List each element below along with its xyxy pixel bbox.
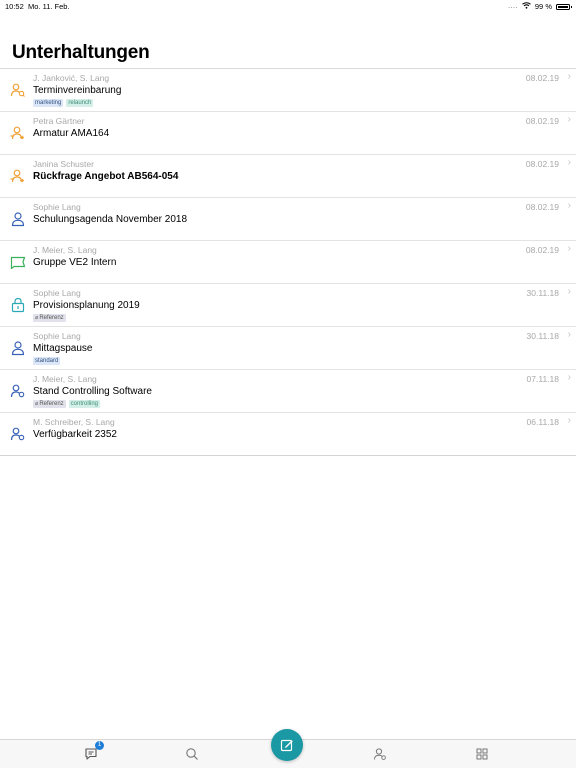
tag-list: ⌀Referenz bbox=[33, 314, 66, 322]
tab-chats[interactable]: 1 bbox=[83, 741, 104, 762]
tab-contacts[interactable] bbox=[372, 746, 388, 762]
chevron-right-icon: › bbox=[567, 200, 571, 211]
conversation-item[interactable]: J. Janković, S. Lang 08.02.19 › Terminverei… bbox=[0, 69, 576, 112]
conversation-item[interactable]: J. Meier, S. Lang 08.02.19 › Gruppe VE2 Int… bbox=[0, 241, 576, 284]
chevron-right-icon: › bbox=[567, 71, 571, 82]
conversation-participants: J. Meier, S. Lang bbox=[33, 245, 97, 255]
chevron-right-icon: › bbox=[567, 243, 571, 254]
status-time: 10:52 bbox=[5, 2, 24, 11]
page-title: Unterhaltungen bbox=[12, 42, 150, 63]
group-orange-icon bbox=[10, 82, 26, 98]
tag-list: ⌀Referenz controlling bbox=[33, 400, 101, 408]
conversation-date: 06.11.18 bbox=[526, 417, 559, 427]
lock-teal-icon bbox=[10, 297, 26, 313]
conversation-title: Provisionsplanung 2019 bbox=[33, 300, 140, 311]
chevron-right-icon: › bbox=[567, 415, 571, 426]
conversation-date: 07.11.18 bbox=[526, 374, 559, 384]
chevron-right-icon: › bbox=[567, 372, 571, 383]
status-indicators: .... 99 % bbox=[508, 2, 572, 11]
contact-orange-icon bbox=[10, 168, 26, 184]
tab-more[interactable] bbox=[474, 746, 490, 762]
battery-icon bbox=[556, 3, 572, 10]
group-blue-icon bbox=[10, 426, 26, 442]
conversation-date: 30.11.18 bbox=[526, 288, 559, 298]
conversation-item[interactable]: Sophie Lang 30.11.18 › Mittagspause standard bbox=[0, 327, 576, 370]
conversation-participants: Sophie Lang bbox=[33, 202, 81, 212]
conversation-date: 08.02.19 bbox=[525, 159, 559, 169]
chevron-right-icon: › bbox=[567, 157, 571, 168]
conversation-title: Mittagspause bbox=[33, 343, 93, 354]
tag-icon: ⌀ bbox=[35, 401, 39, 407]
chats-badge: 1 bbox=[95, 741, 104, 750]
conversation-date: 08.02.19 bbox=[525, 73, 559, 83]
tab-search[interactable] bbox=[184, 746, 200, 762]
conversation-participants: Petra Gärtner bbox=[33, 116, 85, 126]
conversation-participants: J. Meier, S. Lang bbox=[33, 374, 97, 384]
conversation-title: Gruppe VE2 Intern bbox=[33, 257, 117, 268]
conversation-participants: Sophie Lang bbox=[33, 288, 81, 298]
tag: standard bbox=[33, 357, 61, 365]
battery-percent: 99 % bbox=[534, 2, 552, 11]
tag: controlling bbox=[68, 400, 101, 408]
grid-icon bbox=[474, 747, 490, 761]
wifi-icon bbox=[522, 2, 531, 11]
conversation-participants: Sophie Lang bbox=[33, 331, 81, 341]
tag-label: Referenz bbox=[39, 401, 64, 407]
conversation-title: Schulungsagenda November 2018 bbox=[33, 214, 187, 225]
conversation-title: Terminvereinbarung bbox=[33, 85, 122, 96]
tag-label: relaunch bbox=[68, 100, 92, 106]
conversation-item[interactable]: M. Schreiber, S. Lang 06.11.18 › Verfügbark… bbox=[0, 413, 576, 456]
group-chat-green-icon bbox=[10, 254, 26, 270]
tag-icon: ⌀ bbox=[35, 315, 39, 321]
conversation-item[interactable]: J. Meier, S. Lang 07.11.18 › Stand Controll… bbox=[0, 370, 576, 413]
conversation-item[interactable]: Sophie Lang 30.11.18 › Provisionsplanung 20… bbox=[0, 284, 576, 327]
tag-list: marketing relaunch bbox=[33, 99, 94, 107]
contacts-icon bbox=[372, 747, 388, 761]
contact-orange-icon bbox=[10, 125, 26, 141]
conversation-participants: J. Janković, S. Lang bbox=[33, 73, 110, 83]
conversation-date: 08.02.19 bbox=[525, 116, 559, 126]
conversation-title: Armatur AMA164 bbox=[33, 128, 110, 139]
tag: marketing bbox=[33, 99, 64, 107]
tag: relaunch bbox=[66, 99, 94, 107]
group-blue-icon bbox=[10, 383, 26, 399]
conversation-item[interactable]: Sophie Lang 08.02.19 › Schulungsagenda Nove… bbox=[0, 198, 576, 241]
tag-label: controlling bbox=[70, 401, 99, 407]
chevron-right-icon: › bbox=[567, 114, 571, 125]
status-bar: 10:52 Mo. 11. Feb. .... 99 % bbox=[0, 0, 576, 12]
signal-icon: .... bbox=[508, 3, 518, 10]
tag-list: standard bbox=[33, 357, 61, 365]
compose-button[interactable] bbox=[271, 729, 303, 761]
tag: ⌀Referenz bbox=[33, 314, 66, 322]
tag-label: Referenz bbox=[39, 315, 64, 321]
conversation-date: 08.02.19 bbox=[525, 202, 559, 212]
conversation-participants: Janina Schuster bbox=[33, 159, 94, 169]
chevron-right-icon: › bbox=[567, 286, 571, 297]
search-icon bbox=[184, 747, 200, 761]
conversation-date: 08.02.19 bbox=[525, 245, 559, 255]
conversation-title: Verfügbarkeit 2352 bbox=[33, 429, 117, 440]
person-blue-icon bbox=[10, 211, 26, 227]
tag-label: marketing bbox=[35, 100, 62, 106]
status-date: Mo. 11. Feb. bbox=[28, 2, 70, 11]
conversation-participants: M. Schreiber, S. Lang bbox=[33, 417, 115, 427]
chevron-right-icon: › bbox=[567, 329, 571, 340]
tag: ⌀Referenz bbox=[33, 400, 66, 408]
conversation-list: J. Janković, S. Lang 08.02.19 › Terminverei… bbox=[0, 69, 576, 456]
conversation-item[interactable]: Petra Gärtner 08.02.19 › Armatur AMA164 bbox=[0, 112, 576, 155]
conversation-date: 30.11.18 bbox=[526, 331, 559, 341]
conversation-item[interactable]: Janina Schuster 08.02.19 › Rückfrage Angebo… bbox=[0, 155, 576, 198]
person-blue-icon bbox=[10, 340, 26, 356]
tag-label: standard bbox=[35, 358, 59, 364]
conversation-title: Rückfrage Angebot AB564-054 bbox=[33, 171, 179, 182]
conversation-title: Stand Controlling Software bbox=[33, 386, 152, 397]
